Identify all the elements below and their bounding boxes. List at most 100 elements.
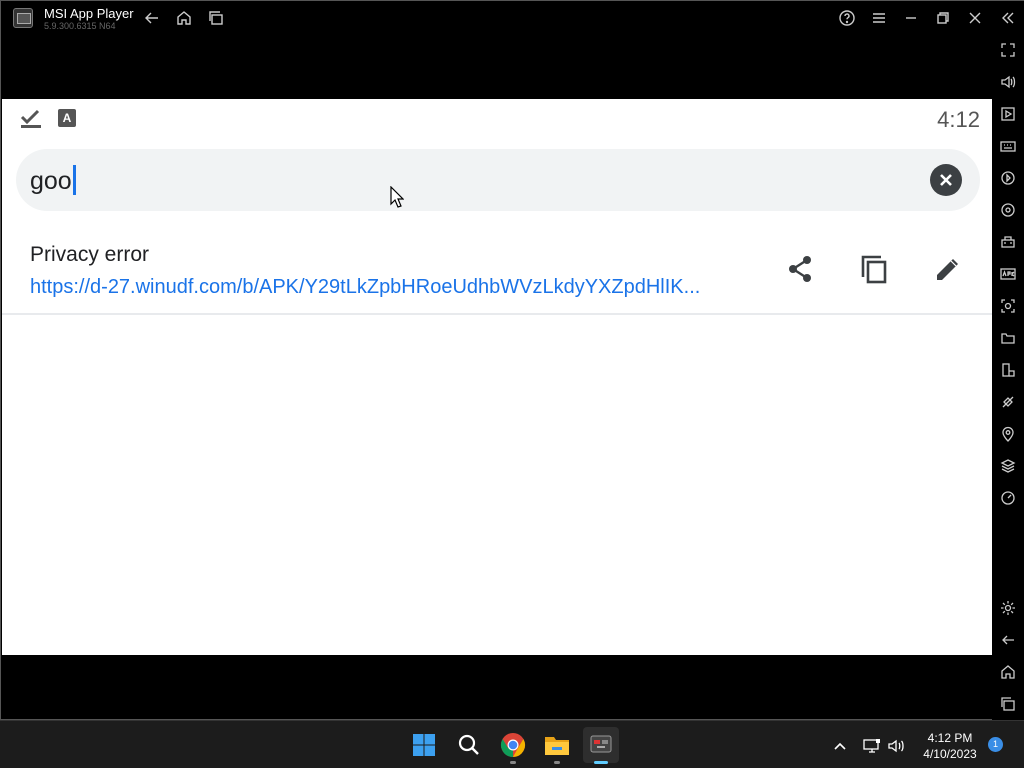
text-caret (72, 165, 76, 195)
search-query: goo (30, 167, 72, 195)
home-button[interactable] (172, 6, 196, 30)
chevron-up-icon (834, 742, 846, 750)
layers-button[interactable] (996, 454, 1020, 478)
android-back-icon (1002, 635, 1014, 645)
android-home-button[interactable] (996, 660, 1020, 684)
url-search-bar[interactable]: goo (16, 149, 980, 211)
macro-icon (1001, 171, 1015, 185)
volume-icon (1001, 75, 1016, 89)
help-icon (839, 10, 855, 26)
minimize-button[interactable] (899, 6, 923, 30)
network-icon (863, 739, 880, 753)
taskbar-chrome-button[interactable] (495, 727, 531, 764)
help-button[interactable] (835, 6, 859, 30)
minimize-icon (906, 17, 916, 19)
settings-button[interactable] (996, 596, 1020, 620)
right-toolbar (992, 35, 1024, 721)
gamepad-button[interactable] (996, 230, 1020, 254)
location-button[interactable] (996, 422, 1020, 446)
taskbar-time: 4:12 PM (927, 731, 973, 745)
mouse-cursor-icon (390, 186, 404, 208)
media-button[interactable] (996, 102, 1020, 126)
media-icon (1001, 107, 1015, 121)
menu-icon (873, 13, 885, 23)
fullscreen-icon (1001, 43, 1015, 57)
screenshot-icon (1001, 299, 1015, 313)
performance-icon (1001, 491, 1015, 505)
notification-badge[interactable]: 1 (988, 737, 1003, 752)
collapse-sidebar-button[interactable] (996, 6, 1020, 30)
app-logo-icon (13, 8, 33, 28)
settings-icon (1001, 601, 1015, 615)
rotate-button[interactable] (996, 358, 1020, 382)
windows-taskbar: 4:12 PM 4/10/2023 1 (0, 720, 1024, 768)
taskbar-file-explorer-button[interactable] (539, 727, 575, 764)
apk-button[interactable] (996, 262, 1020, 286)
fullscreen-button[interactable] (996, 38, 1020, 62)
keyboard-button[interactable] (996, 134, 1020, 158)
android-recents-button[interactable] (996, 692, 1020, 716)
file-explorer-icon (545, 737, 569, 755)
taskbar-clock[interactable]: 4:12 PM 4/10/2023 (918, 730, 982, 762)
taskbar-msi-app-player-button[interactable] (583, 727, 619, 764)
edit-button[interactable] (928, 249, 968, 289)
pencil-icon (937, 259, 958, 280)
clear-search-button[interactable] (930, 164, 962, 196)
start-button[interactable] (406, 727, 442, 763)
android-back-button[interactable] (996, 628, 1020, 652)
speaker-icon (888, 739, 904, 753)
suggestion-divider (2, 313, 992, 315)
close-icon (969, 12, 981, 24)
network-button[interactable] (861, 735, 883, 757)
sync-button[interactable] (996, 198, 1020, 222)
running-indicator (510, 761, 516, 764)
android-screen: A 4:12 goo Privacy error https://d-27.wi… (2, 99, 992, 655)
rotate-icon (1002, 363, 1015, 377)
keyboard-a-icon: A (58, 109, 76, 127)
taskbar-search-button[interactable] (451, 727, 487, 763)
eco-mode-icon (1002, 396, 1014, 408)
running-indicator (554, 761, 560, 764)
show-hidden-icons-button[interactable] (829, 735, 851, 757)
volume-button[interactable] (996, 70, 1020, 94)
share-button[interactable] (780, 249, 820, 289)
active-indicator (594, 761, 608, 764)
collapse-sidebar-icon (1002, 12, 1014, 24)
android-status-bar: A 4:12 (2, 99, 992, 137)
gamepad-icon (1001, 236, 1015, 248)
search-icon (458, 734, 479, 755)
status-clock: 4:12 (937, 107, 980, 132)
folder-icon (1001, 333, 1015, 344)
title-bar: MSI App Player 5.9.300.6315 N64 (1, 1, 1024, 35)
search-input[interactable]: goo (30, 165, 76, 196)
restore-button[interactable] (931, 6, 955, 30)
suggestion-url: https://d-27.winudf.com/b/APK/Y29tLkZpbH… (30, 276, 701, 298)
app-version: 5.9.300.6315 N64 (44, 21, 116, 31)
home-icon (177, 11, 191, 25)
folder-button[interactable] (996, 326, 1020, 350)
eco-mode-button[interactable] (996, 390, 1020, 414)
suggestion-row[interactable]: Privacy error https://d-27.winudf.com/b/… (2, 229, 992, 313)
multi-instance-button[interactable] (204, 6, 228, 30)
restore-icon (937, 12, 949, 24)
taskbar-date: 4/10/2023 (923, 747, 977, 761)
close-button[interactable] (963, 6, 987, 30)
check-icon (20, 109, 41, 128)
back-button[interactable] (140, 6, 164, 30)
android-home-icon (1001, 665, 1015, 679)
chrome-icon (500, 733, 526, 757)
windows-start-icon (413, 734, 435, 756)
screenshot-button[interactable] (996, 294, 1020, 318)
clear-icon (940, 174, 952, 186)
menu-button[interactable] (867, 6, 891, 30)
msi-app-player-icon (590, 735, 612, 753)
performance-button[interactable] (996, 486, 1020, 510)
copy-button[interactable] (854, 249, 894, 289)
sync-icon (1001, 203, 1015, 217)
macro-button[interactable] (996, 166, 1020, 190)
app-title: MSI App Player (44, 6, 134, 21)
keyboard-icon (1000, 141, 1016, 152)
volume-tray-button[interactable] (886, 735, 908, 757)
back-icon (145, 12, 158, 24)
layers-icon (1000, 459, 1016, 473)
